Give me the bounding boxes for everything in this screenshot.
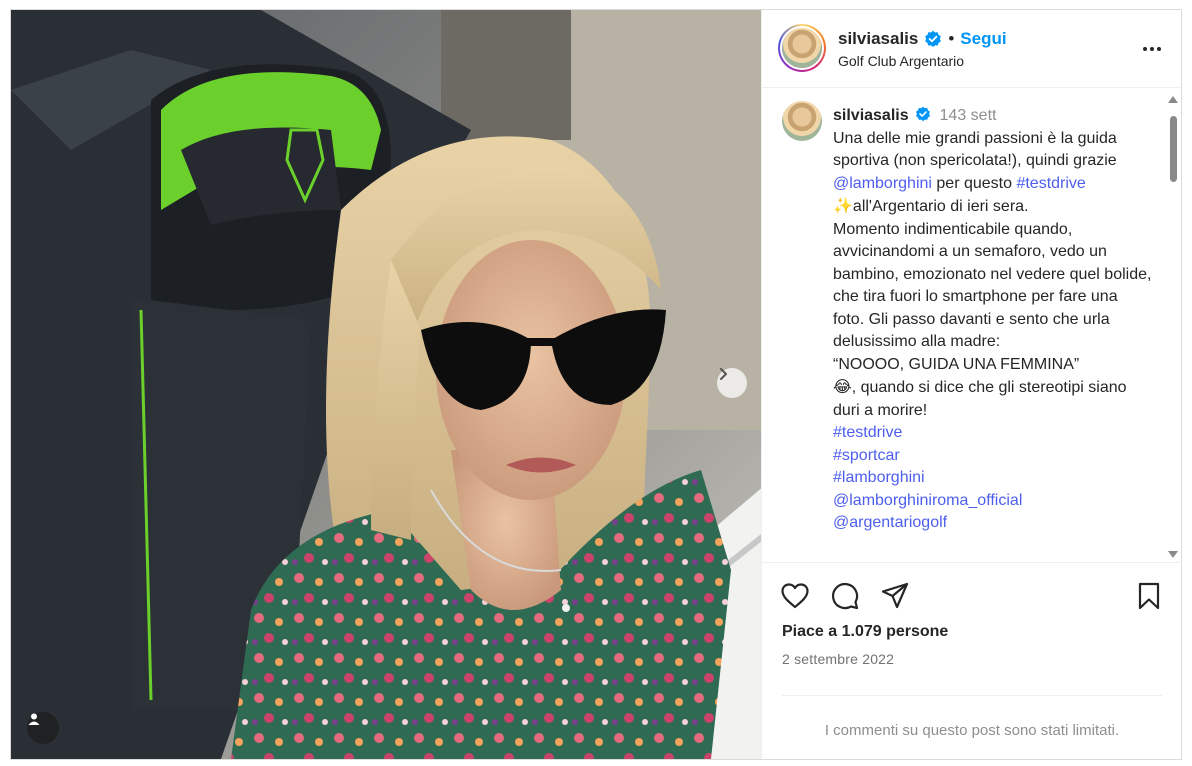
chevron-right-icon <box>720 368 727 380</box>
caption-username[interactable]: silviasalis <box>833 107 909 124</box>
scroll-up-arrow[interactable] <box>1168 96 1178 103</box>
hashtag-sportcar[interactable]: #sportcar <box>833 445 1153 468</box>
likes-count[interactable]: Piace a 1.079 persone <box>782 623 948 641</box>
more-options-icon <box>1143 47 1147 51</box>
location-link[interactable]: Golf Club Argentario <box>838 53 964 69</box>
bookmark-icon[interactable] <box>1134 581 1164 611</box>
caption-text-4: , quando si dice che gli stereotipi sian… <box>833 379 1127 419</box>
post-date[interactable]: 2 settembre 2022 <box>782 651 894 667</box>
post-side-panel: silviasalis • Segui Golf Club Argentario… <box>761 10 1182 759</box>
caption-text-per-questo: per questo <box>931 174 1017 192</box>
mention-lamborghini[interactable]: @lamborghini <box>833 175 932 192</box>
next-image-button[interactable] <box>717 368 747 398</box>
scroll-down-arrow[interactable] <box>1168 551 1178 558</box>
caption-area[interactable]: silviasalis 143 sett Una delle mie grand… <box>762 89 1182 561</box>
hashtag-testdrive[interactable]: #testdrive <box>833 422 1153 445</box>
verified-badge-icon <box>916 106 931 122</box>
comment-icon[interactable] <box>830 581 860 611</box>
caption-text-2: all'Argentario di ieri sera. <box>852 198 1029 215</box>
follow-button[interactable]: Segui <box>960 29 1006 49</box>
more-options-button[interactable] <box>1141 38 1163 60</box>
divider <box>782 695 1162 696</box>
caption-quote: “NOOOO, GUIDA UNA FEMMINA” <box>833 355 1080 373</box>
action-icons <box>780 581 1164 611</box>
header-user-row: silviasalis • Segui <box>838 29 1007 49</box>
post-image[interactable] <box>11 10 761 759</box>
hashtag-testdrive-inline[interactable]: #testdrive <box>1016 175 1085 192</box>
sparkles-emoji: ✨ <box>833 196 853 215</box>
caption-text-3: Momento indimenticabile quando, avvicina… <box>833 220 1152 351</box>
comments-limited-notice: I commenti su questo post sono stati lim… <box>824 722 1120 739</box>
share-icon[interactable] <box>880 581 910 611</box>
post-dialog: silviasalis • Segui Golf Club Argentario… <box>10 9 1182 760</box>
user-tags-button[interactable] <box>27 712 59 744</box>
avatar[interactable] <box>778 24 826 72</box>
caption-body: silviasalis 143 sett Una delle mie grand… <box>833 105 1153 535</box>
caption-time[interactable]: 143 sett <box>940 107 997 124</box>
header-username[interactable]: silviasalis <box>838 29 918 49</box>
heart-icon[interactable] <box>780 581 810 611</box>
laughing-emoji: 😂 <box>833 377 852 396</box>
caption-avatar[interactable] <box>782 101 822 141</box>
mention-argentariogolf[interactable]: @argentariogolf <box>833 512 1153 535</box>
caption-text-1: Una delle mie grandi passioni è la guida… <box>833 129 1117 170</box>
post-header: silviasalis • Segui Golf Club Argentario <box>762 10 1181 88</box>
hashtag-lamborghini[interactable]: #lamborghini <box>833 467 1153 490</box>
scroll-thumb[interactable] <box>1170 116 1177 182</box>
verified-badge-icon <box>925 30 942 47</box>
post-photo <box>11 10 761 759</box>
header-separator: • <box>948 29 955 48</box>
user-tag-icon <box>28 713 40 725</box>
mention-lamborghiniroma[interactable]: @lamborghiniroma_official <box>833 490 1153 513</box>
post-actions: Piace a 1.079 persone 2 settembre 2022 I… <box>762 562 1182 759</box>
caption-scrollbar[interactable] <box>1167 94 1179 560</box>
